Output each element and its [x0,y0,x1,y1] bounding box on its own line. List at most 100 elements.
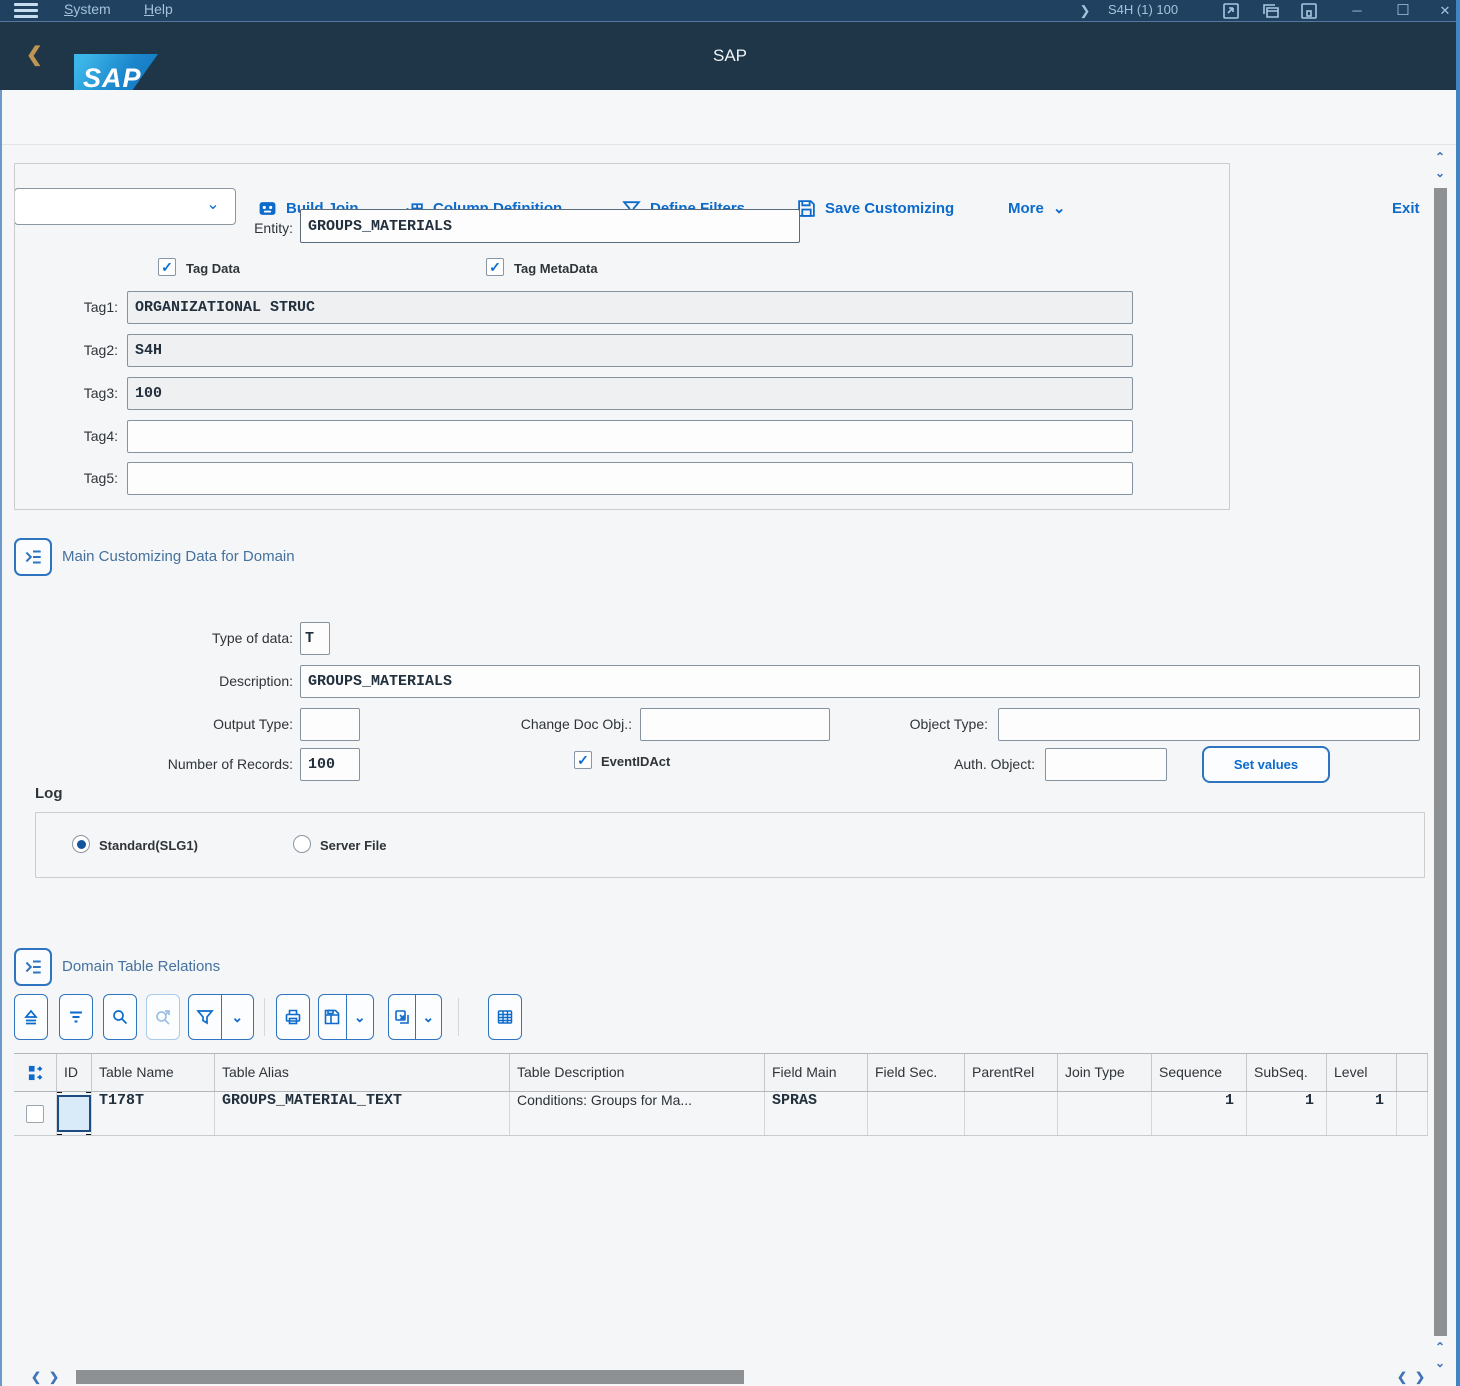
table-settings-button[interactable] [488,994,522,1040]
application-toolbar: ⌄ Build Join Column Definition Define Fi… [0,90,1460,225]
search-button[interactable] [103,994,137,1040]
toolbar-separator [458,998,459,1036]
tag3-input[interactable] [127,377,1133,410]
type-of-data-input[interactable] [300,622,330,655]
export-dropdown-chevron[interactable]: ⌄ [345,995,374,1039]
column-header-table-name[interactable]: Table Name [92,1054,215,1091]
tag2-input[interactable] [127,334,1133,367]
change-doc-input[interactable] [640,708,830,741]
hamburger-menu-icon[interactable] [14,3,38,19]
chevron-right-icon[interactable]: ❯ [1076,2,1094,20]
auth-object-label: Auth. Object: [954,756,1035,772]
log-server-file-radio[interactable] [293,835,311,853]
select-all-icon[interactable] [14,1054,57,1091]
column-header-level[interactable]: Level [1327,1054,1397,1091]
scroll-right-icon[interactable]: ❯ [1412,1370,1428,1384]
eventidact-label: EventIDAct [601,754,671,769]
row-checkbox[interactable]: ✓ [26,1104,44,1123]
close-icon[interactable]: ✕ [1434,2,1456,20]
scroll-down-icon[interactable]: ⌄ [1432,166,1448,180]
object-type-input[interactable] [998,708,1420,741]
vertical-scrollbar-thumb[interactable] [1434,188,1447,1336]
column-header-parentrel[interactable]: ParentRel [965,1054,1058,1091]
type-of-data-label: Type of data: [212,630,293,646]
tag5-label: Tag5: [83,470,118,486]
column-header-subseq[interactable]: SubSeq. [1247,1054,1327,1091]
menu-help[interactable]: Help [144,1,173,17]
cell-sequence[interactable]: 1 [1152,1092,1247,1135]
scroll-down-icon[interactable]: ⌄ [1432,1356,1448,1370]
tag2-label: Tag2: [83,342,118,358]
tag-metadata-checkbox[interactable]: ✓ [486,258,504,276]
cell-table-alias[interactable]: GROUPS_MATERIAL_TEXT [215,1092,510,1135]
cell-parentrel[interactable] [965,1092,1058,1135]
column-header-id[interactable]: ID [57,1054,92,1091]
check-icon: ✓ [489,259,501,275]
cell-join-type[interactable] [1058,1092,1152,1135]
print-button[interactable] [276,994,310,1040]
row-select-cell[interactable]: ✓ [14,1092,57,1135]
cell-level[interactable]: 1 [1327,1092,1397,1135]
log-standard-radio[interactable] [72,835,90,853]
cell-id[interactable] [57,1092,92,1135]
column-header-table-alias[interactable]: Table Alias [215,1054,510,1091]
column-header-join-type[interactable]: Join Type [1058,1054,1152,1091]
column-header-sequence[interactable]: Sequence [1152,1054,1247,1091]
log-groupbox [35,812,1425,878]
sort-descending-button[interactable] [59,994,93,1040]
copy-layout-dropdown-chevron[interactable]: ⌄ [414,995,442,1039]
column-header-table-description[interactable]: Table Description [510,1054,765,1091]
shortcut-icon[interactable] [1222,2,1240,20]
copy-layout-button[interactable]: ⌄ [388,994,442,1040]
output-type-input[interactable] [300,708,360,741]
minimize-icon[interactable]: ─ [1346,2,1368,20]
tag1-input[interactable] [127,291,1133,324]
filter-button[interactable]: ⌄ [188,994,254,1040]
table-row: ✓ T178T GROUPS_MATERIAL_TEXT Conditions:… [14,1092,1428,1136]
collapse-section-icon[interactable] [14,948,52,986]
tag-metadata-label: Tag MetaData [514,261,598,276]
auth-object-input[interactable] [1045,748,1167,781]
sort-ascending-button[interactable] [14,994,48,1040]
cell-field-sec[interactable] [868,1092,965,1135]
cell-table-description[interactable]: Conditions: Groups for Ma... [510,1092,765,1135]
search-next-button[interactable] [146,994,180,1040]
tag5-input[interactable] [127,462,1133,495]
log-server-file-label: Server File [320,838,387,853]
set-values-button[interactable]: Set values [1202,746,1330,783]
entity-input[interactable] [300,209,800,243]
window-left-border [0,90,2,1386]
exit-label: Exit [1392,199,1420,217]
collapse-section-icon[interactable] [14,538,52,576]
eventidact-checkbox[interactable]: ✓ [574,751,592,769]
column-header-field-main[interactable]: Field Main [765,1054,868,1091]
change-doc-label: Change Doc Obj.: [520,716,632,732]
scroll-up-icon[interactable]: ⌃ [1432,150,1448,164]
maximize-icon[interactable]: ☐ [1392,2,1414,20]
title-bar: ❮ SAP SAP [0,22,1460,104]
tag4-label: Tag4: [83,428,118,444]
scroll-right-icon[interactable]: ❯ [46,1370,62,1384]
scroll-left-icon[interactable]: ❮ [28,1370,44,1384]
new-session-icon[interactable] [1262,2,1280,20]
focused-cell[interactable] [57,1095,91,1132]
scroll-left-icon[interactable]: ❮ [1394,1370,1410,1384]
domain-table-relations-header: Domain Table Relations [62,958,221,975]
cell-field-main[interactable]: SPRAS [765,1092,868,1135]
exit-button[interactable]: Exit [1392,189,1420,227]
horizontal-scrollbar-thumb[interactable] [76,1370,744,1384]
cell-table-name[interactable]: T178T [92,1092,215,1135]
scroll-up-icon[interactable]: ⌃ [1432,1340,1448,1354]
cell-subseq[interactable]: 1 [1247,1092,1327,1135]
number-of-records-input[interactable] [300,748,360,781]
export-button[interactable]: ⌄ [318,994,374,1040]
column-header-field-sec[interactable]: Field Sec. [868,1054,965,1091]
save-layout-icon[interactable] [1300,2,1318,20]
tag-data-checkbox[interactable]: ✓ [158,258,176,276]
check-icon: ✓ [577,752,589,768]
tag4-input[interactable] [127,420,1133,453]
description-input[interactable] [300,665,1420,698]
filter-dropdown-chevron[interactable]: ⌄ [220,995,254,1039]
entity-label: Entity: [254,220,293,236]
menu-system[interactable]: System [64,1,111,17]
